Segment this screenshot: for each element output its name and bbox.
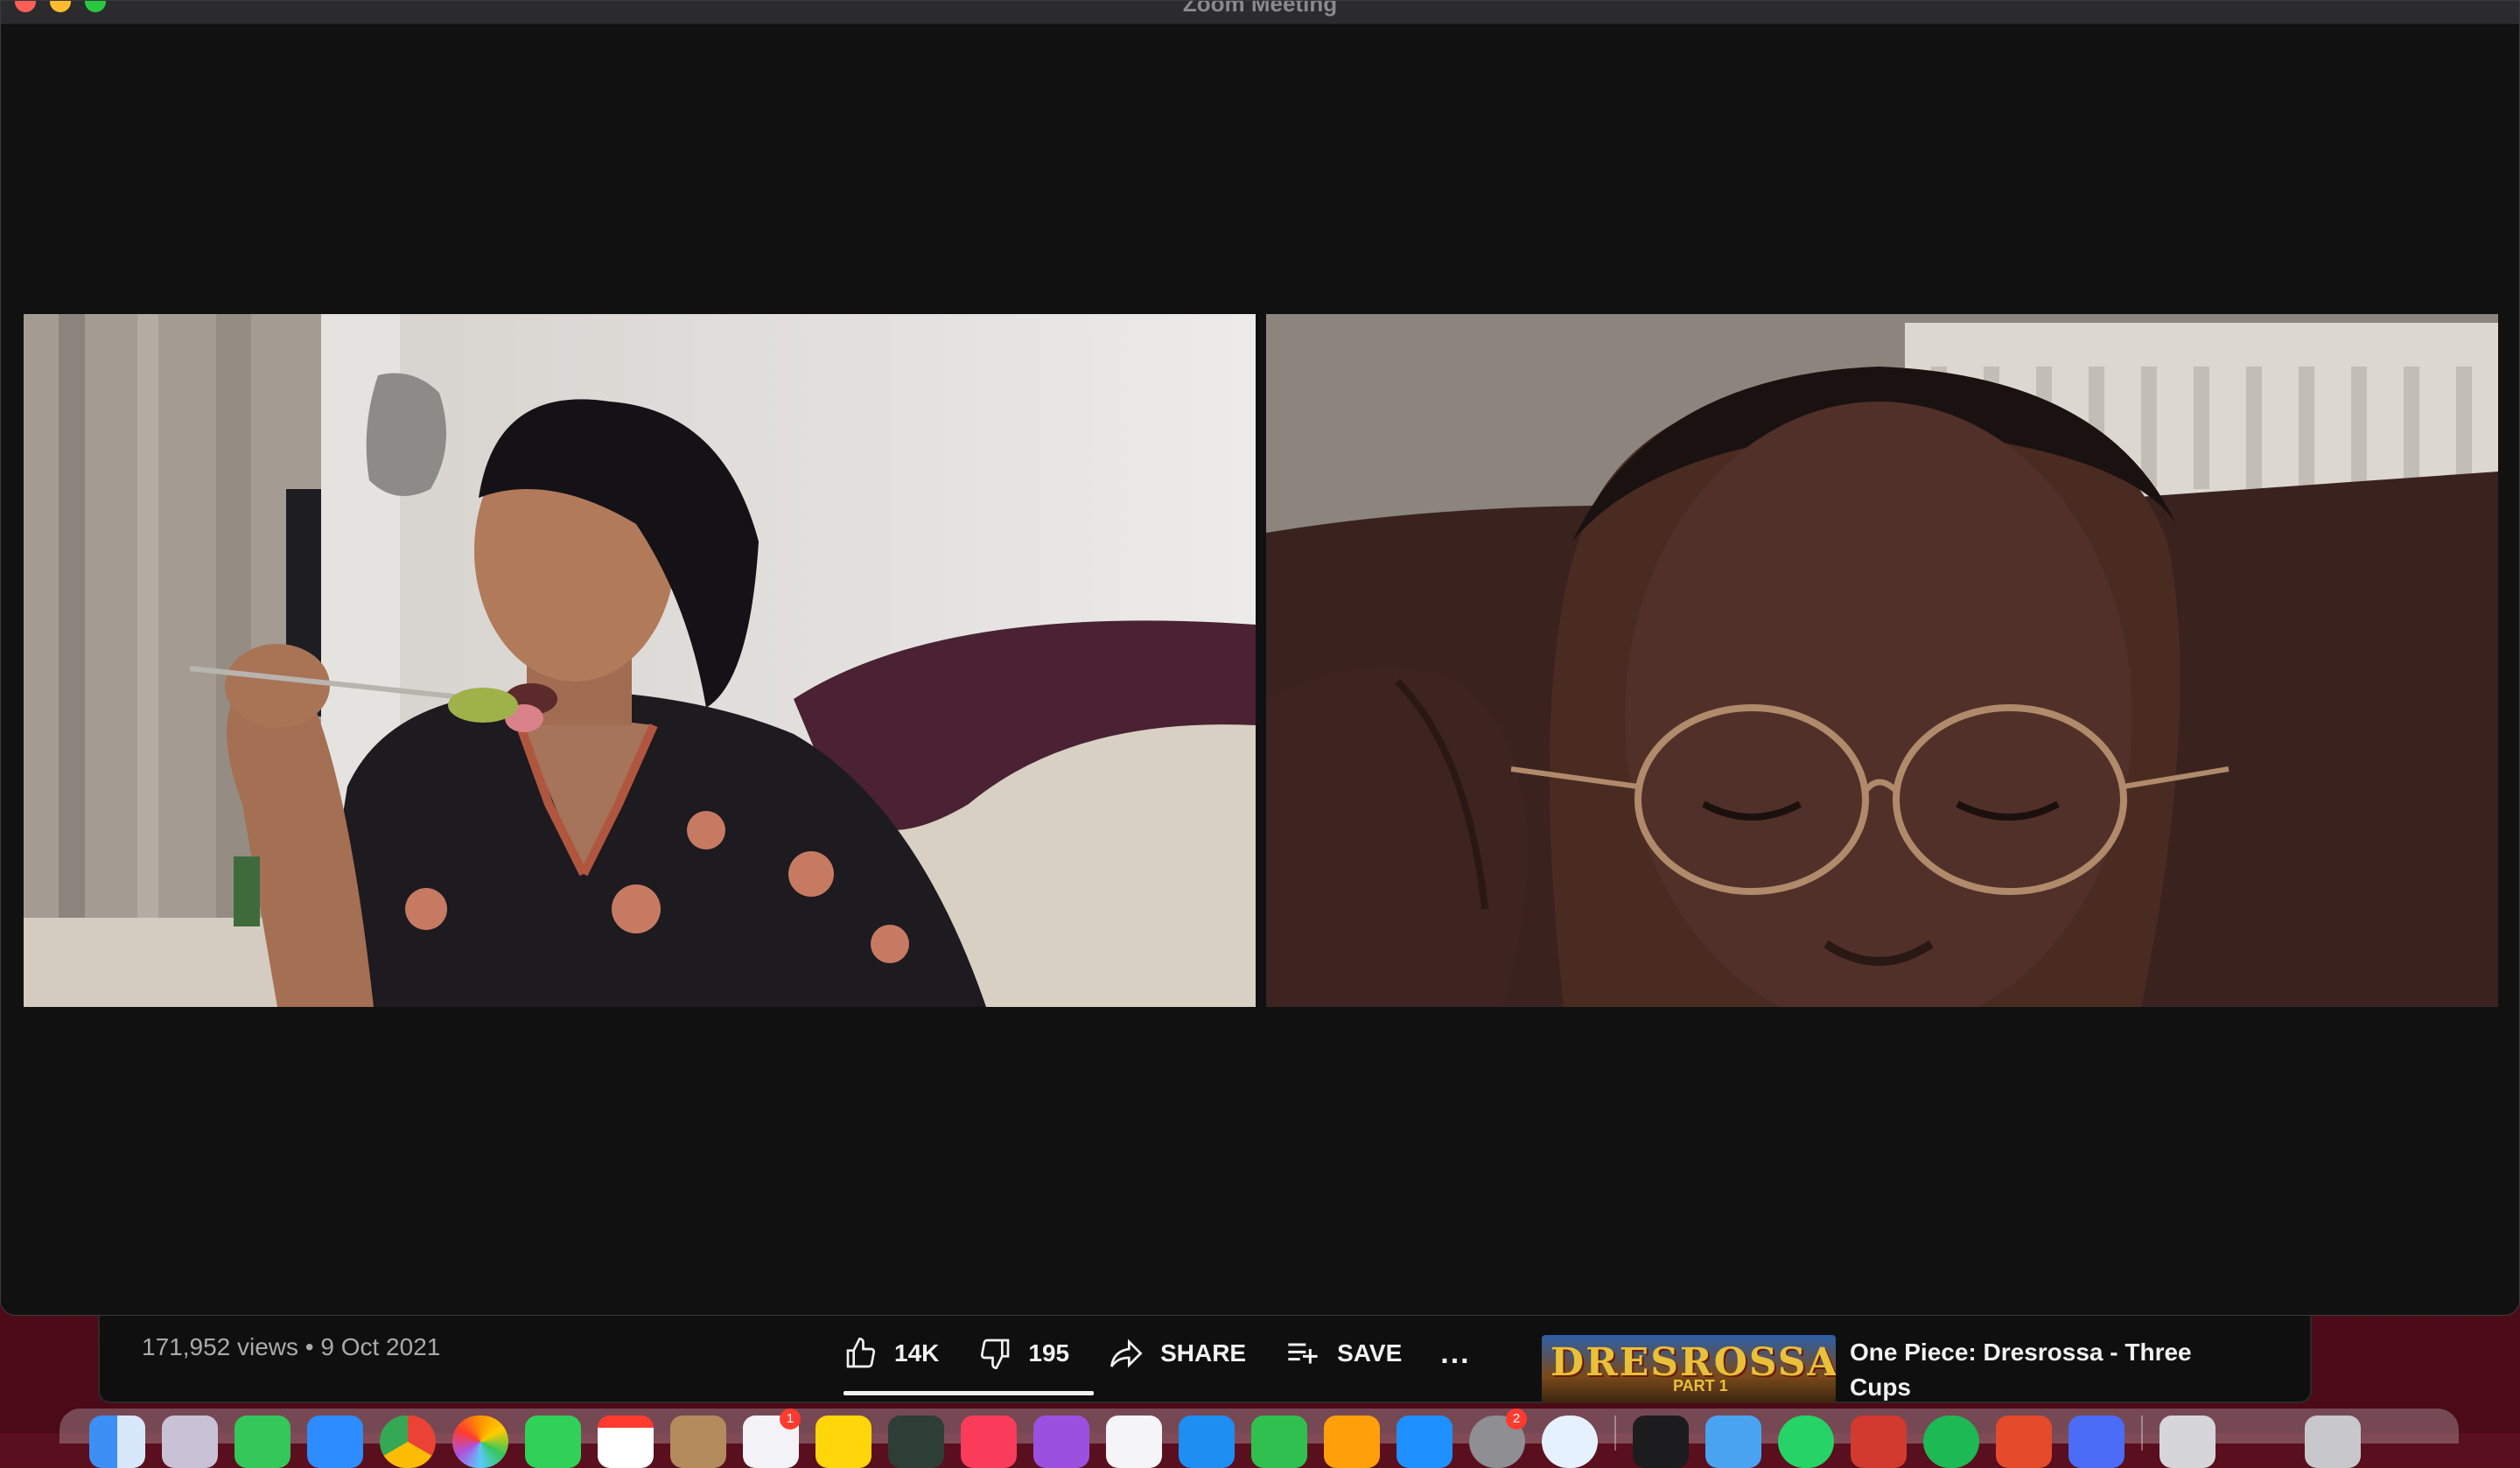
thumbnail-subtitle-art: PART 1: [1673, 1377, 1728, 1395]
facetime-icon[interactable]: [525, 1416, 581, 1468]
acrobat-icon[interactable]: [1851, 1416, 1907, 1468]
background-browser-youtube: 171,952 views • 9 Oct 2021 14K 195 SHARE…: [98, 1312, 2312, 1403]
pages-icon[interactable]: [1324, 1416, 1380, 1468]
zoom-app-icon[interactable]: [307, 1416, 363, 1468]
photos-icon[interactable]: [452, 1416, 508, 1468]
finder-icon[interactable]: [89, 1416, 145, 1468]
whatsapp-icon[interactable]: [1778, 1416, 1834, 1468]
share-label: SHARE: [1160, 1339, 1247, 1367]
activity-monitor-icon[interactable]: [1633, 1416, 1689, 1468]
thumbs-down-icon: [981, 1339, 1010, 1370]
participant-video-feed-2: [1266, 314, 2498, 1007]
office-icon[interactable]: [1996, 1416, 2052, 1468]
numbers-icon[interactable]: [1251, 1416, 1307, 1468]
downloads-folder-icon[interactable]: [2160, 1416, 2216, 1468]
notes-icon[interactable]: [816, 1416, 872, 1468]
share-button[interactable]: SHARE: [1108, 1336, 1246, 1371]
like-button[interactable]: 14K: [844, 1336, 939, 1371]
calendar-icon[interactable]: [598, 1416, 654, 1468]
documents-folder-icon[interactable]: [2232, 1416, 2288, 1468]
music-icon[interactable]: [961, 1416, 1017, 1468]
recommended-video-thumbnail[interactable]: DRESROSSA PART 1: [1542, 1335, 1836, 1403]
chrome-icon[interactable]: [380, 1416, 436, 1468]
participant-video-tile-2[interactable]: [1266, 314, 2498, 1007]
window-titlebar: Zoom Meeting: [1, 1, 2519, 24]
like-ratio-bar: [844, 1391, 1094, 1395]
safari-icon[interactable]: [1542, 1416, 1598, 1468]
dislike-button[interactable]: 195: [977, 1336, 1069, 1371]
system-preferences-badge: 2: [1506, 1409, 1527, 1430]
macos-dock: 1 2: [60, 1409, 2459, 1468]
trash-icon[interactable]: [2305, 1416, 2361, 1468]
participant-video-feed-1: [24, 314, 1256, 1007]
dock-separator-2: [2141, 1416, 2143, 1451]
spotify-icon[interactable]: [1923, 1416, 1979, 1468]
video-actions: 14K 195 SHARE SAVE ...: [844, 1332, 1471, 1375]
tv-icon[interactable]: [1106, 1416, 1162, 1468]
preview-icon[interactable]: [1705, 1416, 1761, 1468]
podcasts-icon[interactable]: [1033, 1416, 1089, 1468]
thumbs-up-icon: [846, 1337, 876, 1368]
share-icon: [1110, 1339, 1143, 1368]
dock-separator: [1614, 1416, 1616, 1451]
window-title: Zoom Meeting: [1182, 0, 1338, 17]
keynote-icon[interactable]: [1179, 1416, 1235, 1468]
save-label: SAVE: [1337, 1339, 1403, 1367]
teams-icon[interactable]: [2068, 1416, 2124, 1468]
dislike-count: 195: [1028, 1339, 1070, 1367]
save-button[interactable]: SAVE: [1284, 1336, 1402, 1371]
recommended-video-title[interactable]: One Piece: Dresrossa - Three Cups: [1850, 1335, 2252, 1405]
launchpad-icon[interactable]: [162, 1416, 218, 1468]
participant-video-tile-1[interactable]: [24, 314, 1256, 1007]
mail-badge: 1: [780, 1409, 801, 1430]
more-actions-button[interactable]: ...: [1440, 1337, 1470, 1371]
zoom-meeting-window: Zoom Meeting: [0, 0, 2520, 1316]
messages-icon[interactable]: [234, 1416, 290, 1468]
playlist-add-icon: [1288, 1343, 1318, 1364]
like-count: 14K: [894, 1339, 940, 1367]
app-store-icon[interactable]: [1396, 1416, 1452, 1468]
mail-icon[interactable]: 1: [743, 1409, 801, 1468]
terminal-icon[interactable]: [888, 1416, 944, 1468]
contacts-icon[interactable]: [670, 1416, 726, 1468]
video-views-date: 171,952 views • 9 Oct 2021: [142, 1333, 441, 1360]
system-preferences-icon[interactable]: 2: [1469, 1409, 1527, 1468]
